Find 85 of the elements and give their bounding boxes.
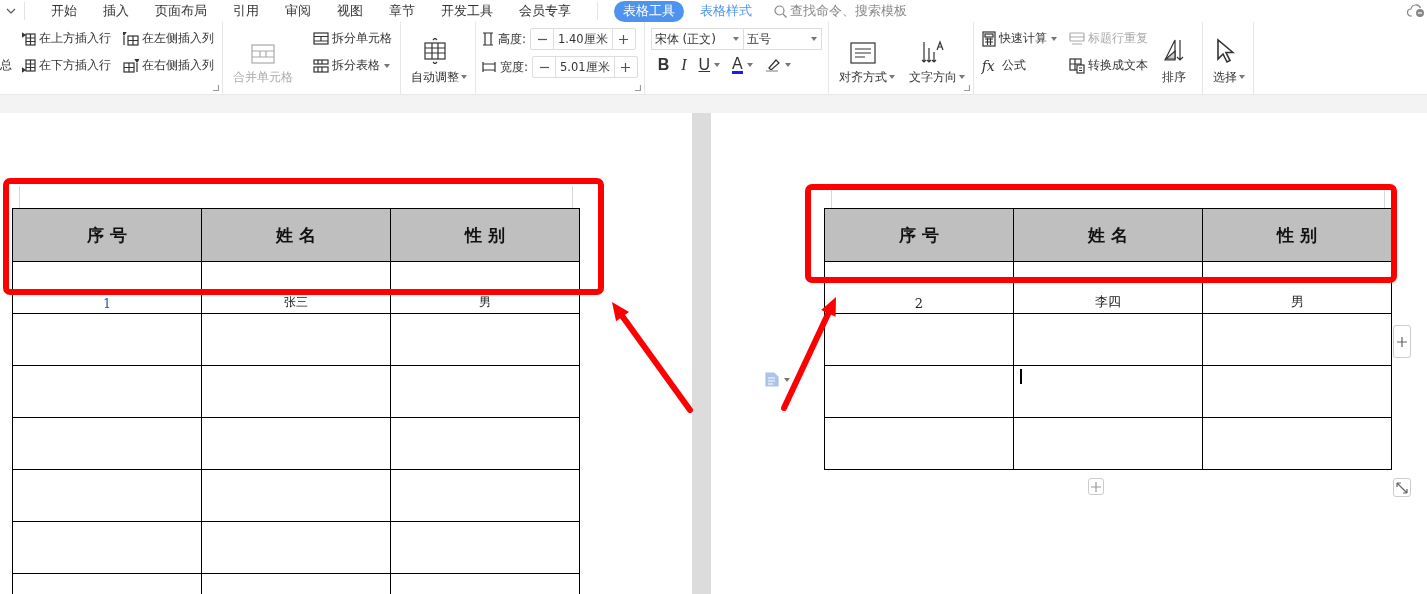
menu-tab[interactable]: 章节 [389, 2, 415, 20]
field-label: 高度: [498, 30, 527, 48]
dropdown-caret-icon [888, 75, 895, 79]
dropdown-caret-icon [746, 63, 753, 67]
plus-icon [1397, 336, 1407, 347]
menu-tab[interactable]: 引用 [233, 2, 259, 20]
menu-tab[interactable]: 插入 [103, 2, 129, 20]
plus-icon [619, 34, 629, 44]
font-dropdown[interactable]: 宋体 (正文) [651, 29, 743, 49]
format-button[interactable]: A [729, 56, 756, 74]
menu-tab[interactable]: 开发工具 [441, 2, 493, 20]
format-button[interactable]: I [678, 56, 690, 74]
dropdown-caret-icon [714, 63, 721, 67]
menu-tab[interactable]: 会员专享 [519, 2, 571, 20]
calculator-icon [981, 30, 996, 47]
chevron-down-icon [6, 8, 16, 14]
ribbon-button[interactable]: 自动调整 [407, 28, 469, 88]
menu-tab[interactable]: 开始 [51, 2, 77, 20]
field-label: 宽度: [500, 58, 529, 76]
ribbon-button[interactable]: 对齐方式 [834, 28, 897, 88]
column-insert-icon [123, 31, 139, 46]
plus-icon [621, 62, 631, 72]
table-cell: 李四 [1013, 261, 1203, 314]
menu-tab[interactable]: 审阅 [285, 2, 311, 20]
menu-tab[interactable]: 视图 [337, 2, 363, 20]
format-button[interactable]: U [695, 56, 724, 74]
cursor-icon [1214, 38, 1235, 64]
resize-icon [1396, 481, 1408, 494]
table-header-cell: 姓 名 [201, 208, 391, 262]
repeat-header-icon [1068, 31, 1085, 46]
ribbon-button[interactable]: 在右侧插入列 [121, 55, 216, 76]
resize-handle[interactable] [1393, 478, 1411, 497]
search-field[interactable]: 查找命令、搜索模板 [774, 2, 907, 20]
convert-text-icon [1068, 57, 1085, 74]
size-stepper[interactable]: 1.40厘米 [530, 28, 636, 50]
row-insert-icon [22, 58, 36, 73]
table-header-cell: 姓 名 [1013, 208, 1203, 262]
ribbon-button[interactable]: 拆分表格 [311, 55, 394, 76]
table-header-cell: 性 别 [390, 208, 580, 262]
font-dropdown[interactable]: 五号 [742, 29, 821, 49]
table-header-cell: 性 别 [1202, 208, 1392, 262]
dropdown-caret-icon [784, 63, 791, 67]
text-direction-icon [920, 40, 945, 64]
highlighter-icon [764, 58, 781, 72]
ribbon-button[interactable]: 在下方插入行 [20, 55, 113, 76]
ribbon-button[interactable]: 快速计算 [979, 28, 1059, 49]
dropdown-caret-icon [384, 63, 390, 68]
table-header-cell: 序 号 [12, 208, 202, 262]
table-adjust-icon [423, 38, 447, 64]
table-grid-icon [251, 44, 275, 64]
align-text-icon [849, 42, 876, 64]
ribbon-button[interactable]: 排序 [1157, 28, 1196, 88]
dropdown-caret-icon [461, 75, 467, 79]
sort-icon [1162, 38, 1185, 64]
document-icon [765, 372, 779, 387]
table-cell: 1 [12, 261, 202, 314]
dropdown-caret-icon [810, 37, 817, 41]
split-cell-icon [313, 32, 329, 45]
ribbon-button[interactable]: 在上方插入行 [20, 28, 113, 49]
search-icon [774, 4, 787, 18]
plus-icon [1091, 481, 1101, 492]
height-icon [482, 32, 494, 46]
menu-tab[interactable]: 页面布局 [155, 2, 207, 20]
ribbon-button[interactable]: 拆分单元格 [311, 28, 394, 49]
table-cell: 张三 [201, 261, 391, 314]
dropdown-caret-icon [1238, 75, 1245, 79]
row-insert-icon [22, 31, 36, 46]
size-stepper[interactable]: 5.01厘米 [532, 56, 638, 78]
split-table-icon [313, 58, 329, 73]
ribbon-button[interactable]: 文字方向 [904, 28, 967, 88]
dropdown-caret-icon [1050, 36, 1057, 41]
ribbon-button[interactable]: fx 公式 [979, 55, 1059, 76]
dropdown-caret-icon [958, 75, 965, 79]
ribbon-button[interactable]: 选择 [1208, 28, 1247, 88]
ribbon-button[interactable]: 在左侧插入列 [121, 28, 216, 49]
ribbon-label: 总 [0, 57, 12, 74]
column-insert-icon [123, 58, 139, 73]
width-icon [482, 61, 496, 73]
format-button[interactable]: B [654, 56, 673, 74]
table-cell: 男 [390, 261, 580, 314]
cloud-icon [1407, 4, 1425, 18]
table-header-cell: 序 号 [824, 208, 1014, 262]
dropdown-caret-icon [784, 377, 790, 382]
ribbon-button[interactable]: 转换成文本 [1066, 55, 1150, 76]
dropdown-caret-icon [732, 37, 739, 41]
